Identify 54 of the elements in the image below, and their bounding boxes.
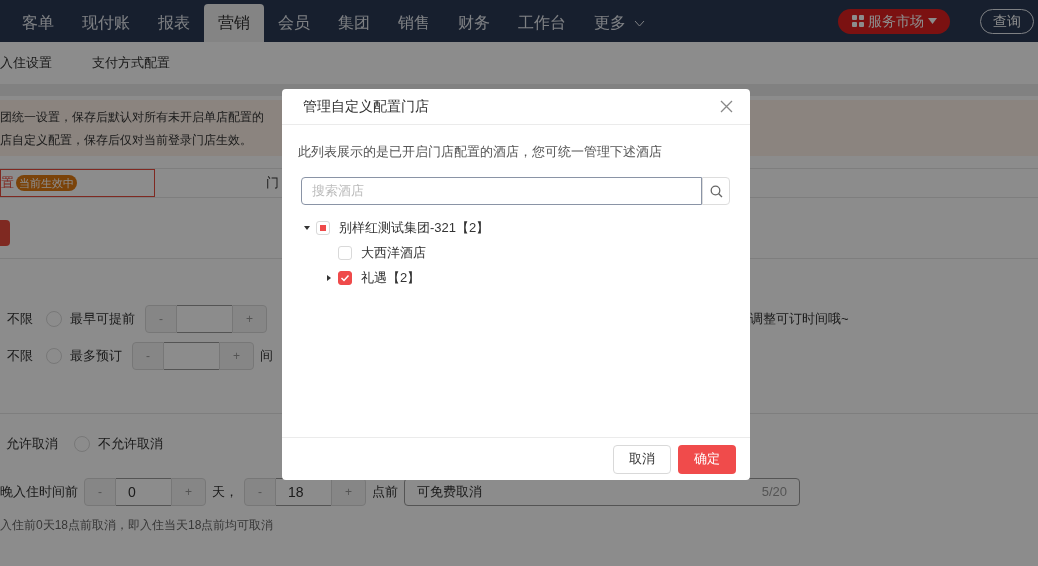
radio-label: 最早可提前	[70, 310, 135, 329]
checkbox[interactable]	[338, 270, 352, 285]
unit-label: 点前	[372, 483, 398, 502]
nav-tab[interactable]: 报表	[144, 4, 204, 42]
check-icon	[340, 272, 350, 283]
action-button[interactable]	[0, 220, 10, 246]
tree-item-label[interactable]: 大西洋酒店	[361, 242, 426, 263]
nav-tab[interactable]: 集团	[324, 4, 384, 42]
cancel-button[interactable]: 取消	[613, 444, 671, 474]
char-counter: 5/20	[761, 483, 787, 502]
caret-icon[interactable]	[326, 274, 332, 281]
grid-icon	[851, 15, 864, 27]
search-icon	[709, 184, 723, 198]
sub-tab[interactable]: 支付方式配置	[92, 53, 170, 73]
tree-item-label[interactable]: 礼遇【2】	[361, 267, 421, 288]
tree-item-label[interactable]: 别样红测试集团-321【2】	[339, 217, 490, 238]
nav-tab[interactable]: 客单	[8, 4, 68, 42]
nav-tab[interactable]: 营销	[204, 4, 264, 42]
chevron-down-icon	[634, 19, 645, 27]
rule-hint: 入住前0天18点前取消，即入住当天18点前均可取消	[0, 518, 274, 532]
number-field[interactable]: 0	[116, 478, 171, 506]
unit-label: 间	[260, 347, 273, 366]
option-label: 不限	[7, 347, 33, 366]
option-label: 不限	[7, 310, 33, 329]
nav-tab[interactable]: 销售	[384, 4, 444, 42]
close-icon[interactable]	[720, 100, 733, 113]
number-field[interactable]	[164, 342, 219, 370]
search-field[interactable]: 搜索酒店	[301, 177, 702, 205]
more-menu[interactable]: 更多	[580, 4, 659, 42]
confirm-button[interactable]: 确定	[678, 444, 736, 474]
caret-down-icon	[927, 18, 937, 24]
rule-label: 晚入住时间前	[0, 483, 78, 502]
caret-icon[interactable]	[304, 224, 310, 231]
status-badge: 当前生效中	[16, 175, 77, 191]
nav-tab[interactable]: 财务	[444, 4, 504, 42]
nav-tab[interactable]: 现付账	[68, 4, 144, 42]
config-tab[interactable]: 门	[155, 169, 279, 197]
search-button[interactable]	[702, 177, 730, 205]
radio-label: 不允许取消	[98, 435, 163, 454]
radio-label: 允许取消	[5, 435, 58, 454]
sub-tab[interactable]: 入住设置	[0, 53, 52, 73]
dialog-title: 管理自定义配置门店	[303, 97, 429, 116]
radio-label: 最多预订	[70, 347, 122, 366]
nav-tab[interactable]: 工作台	[504, 4, 580, 42]
number-field[interactable]	[177, 305, 232, 333]
notice-text: 团统一设置，保存后默认对所有未开启单店配置的	[0, 108, 264, 126]
hint-text: 调整可订时间哦~	[750, 310, 849, 329]
unit-label: 天，	[212, 483, 238, 502]
number-field[interactable]: 18	[276, 478, 331, 506]
notice-text: 店自定义配置，保存后仅对当前登录门店生效。	[0, 131, 252, 149]
config-tab[interactable]: 置 当前生效中	[0, 169, 155, 197]
service-market-button[interactable]: 服务市场	[838, 8, 950, 34]
nav-tab[interactable]: 会员	[264, 4, 324, 42]
dialog-description: 此列表展示的是已开启门店配置的酒店，您可统一管理下述酒店	[298, 144, 662, 159]
